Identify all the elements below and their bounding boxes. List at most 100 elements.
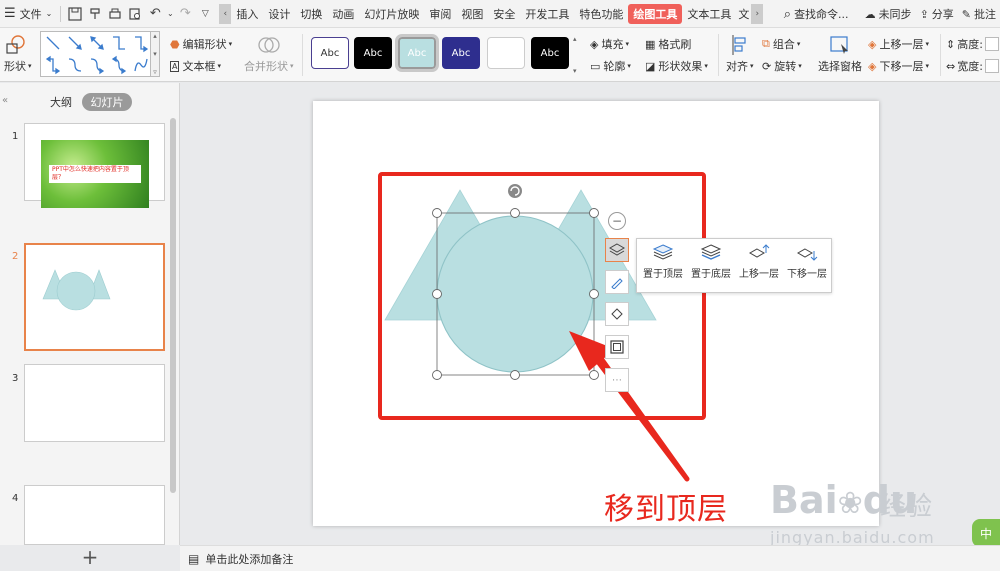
add-slide-button[interactable]: + (0, 543, 180, 571)
divider (940, 34, 941, 76)
tab-design[interactable]: 设计 (263, 0, 295, 28)
gallery-scroll[interactable]: ▴ ▾ ▿ (150, 31, 160, 77)
notes-bar[interactable]: ▤ 单击此处添加备注 (180, 545, 1000, 571)
slide-thumbnail-3[interactable] (24, 364, 165, 442)
shape-style-1[interactable]: Abc (311, 37, 349, 69)
float-toolbar: − ⋯ (604, 212, 630, 400)
width-icon: ⇔ (946, 59, 956, 73)
format-brush-button[interactable]: ▦ 格式刷 (645, 36, 691, 52)
bring-forward-button[interactable]: ◈ 上移一层 ▾ (868, 36, 929, 52)
style-gallery-scroll[interactable]: ▴ ▾ (573, 35, 577, 75)
annotate-button[interactable]: ✎ 批注 (958, 0, 1000, 28)
bring-forward-item[interactable]: 上移一层 (735, 243, 783, 289)
more-button[interactable]: ⋯ (605, 368, 629, 392)
shape-style-6[interactable]: Abc (531, 37, 569, 69)
layer-popup: 置于顶层 置于底层 上移一层 下移一层 (636, 238, 832, 293)
shape-style-4[interactable]: Abc (442, 37, 480, 69)
slide-canvas[interactable] (313, 101, 879, 526)
tab-slides[interactable]: 幻灯片 (82, 93, 132, 111)
slide-thumbnail-1[interactable]: PPT中怎么快速把内容置于顶层？ (24, 123, 165, 208)
width-field[interactable]: ⇔ 宽度: (946, 58, 999, 74)
slide-number: 1 (12, 131, 19, 142)
collapse-toolbar-button[interactable]: − (608, 212, 626, 230)
group-button[interactable]: ⧉ 组合 ▾ (762, 36, 800, 52)
width-input[interactable] (984, 59, 999, 73)
fill-style-button[interactable] (605, 302, 629, 326)
dropdown-icon: ▾ (750, 62, 754, 70)
tab-text-tools[interactable]: 文本工具 (682, 0, 736, 28)
tab-truncated[interactable]: 文 (736, 0, 751, 28)
shape-style-5[interactable]: Abc (487, 37, 525, 69)
tab-drawing-tools[interactable]: 绘图工具 (628, 3, 683, 24)
print-preview-icon[interactable] (125, 4, 145, 24)
tab-outline[interactable]: 大纲 (46, 93, 76, 111)
tab-animation[interactable]: 动画 (327, 0, 359, 28)
undo-icon[interactable]: ↶ (145, 4, 165, 24)
shape-style-2[interactable]: Abc (354, 37, 392, 69)
format-painter-icon[interactable] (85, 4, 105, 24)
dropdown-icon: ▾ (28, 62, 32, 70)
textbox-button[interactable]: A 文本框 ▾ (170, 58, 221, 74)
bring-forward-icon (748, 244, 770, 258)
tab-developer[interactable]: 开发工具 (520, 0, 574, 28)
slide-number: 2 (12, 251, 19, 262)
save-icon[interactable] (65, 4, 85, 24)
cloud-icon: ☁ (864, 7, 876, 21)
slide-1-caption: PPT中怎么快速把内容置于顶层？ (49, 165, 141, 183)
tab-insert[interactable]: 插入 (231, 0, 263, 28)
height-input[interactable] (984, 37, 999, 51)
shape-gallery[interactable] (40, 31, 160, 77)
print-icon[interactable] (105, 4, 125, 24)
tab-security[interactable]: 安全 (488, 0, 520, 28)
redo-icon[interactable]: ↷ (175, 4, 195, 24)
watermark-cn: 经验 (880, 492, 933, 522)
height-field[interactable]: ⇕ 高度: (946, 36, 999, 52)
paw-icon: ❀ (837, 486, 863, 521)
slide-thumbnail-2[interactable] (24, 243, 165, 351)
layer-button[interactable] (605, 238, 629, 262)
scroll-right-icon[interactable]: › (751, 3, 764, 24)
slide-thumbnail-4[interactable] (24, 485, 165, 545)
edit-shape-button[interactable]: ⬣ 编辑形状 ▾ (170, 36, 232, 52)
customize-icon[interactable]: ▽ (195, 4, 215, 24)
send-backward-button[interactable]: ◈ 下移一层 ▾ (868, 58, 929, 74)
outline-button[interactable]: ▭ 轮廓 ▾ (590, 58, 631, 74)
merge-shape-button[interactable]: 合并形状 ▾ (244, 34, 294, 74)
dropdown-icon: ▾ (796, 40, 801, 48)
bring-to-front-item[interactable]: 置于顶层 (639, 243, 687, 289)
tab-transition[interactable]: 切换 (295, 0, 327, 28)
share-button[interactable]: ⇪ 分享 (916, 0, 958, 28)
chevron-down-icon: ▾ (573, 67, 577, 75)
sync-button[interactable]: ☁ 未同步 (861, 0, 916, 28)
file-menu[interactable]: ☰ 文件 ⌄ (0, 0, 56, 28)
chevron-down-icon[interactable]: ⌄ (165, 4, 175, 24)
search-icon: ⌕ (783, 6, 792, 22)
send-to-back-item[interactable]: 置于底层 (687, 243, 735, 289)
chevron-down-icon: ⌄ (45, 9, 53, 18)
shape-style-3[interactable]: Abc (395, 34, 439, 72)
pen-button[interactable] (605, 270, 629, 294)
send-backward-item[interactable]: 下移一层 (783, 243, 831, 289)
tab-slideshow[interactable]: 幻灯片放映 (359, 0, 424, 28)
search-command[interactable]: ⌕ 查找命令... (780, 0, 853, 28)
chevron-up-icon: ▴ (153, 32, 157, 40)
slide-content (378, 172, 706, 482)
rotate-button[interactable]: ⟳ 旋转 ▾ (762, 58, 802, 74)
ime-badge[interactable]: 中 (972, 519, 1000, 547)
panel-scrollbar[interactable] (170, 118, 176, 493)
tab-view[interactable]: 视图 (456, 0, 488, 28)
tab-features[interactable]: 特色功能 (574, 0, 628, 28)
frame-button[interactable] (605, 335, 629, 359)
send-backward-icon: ◈ (868, 59, 877, 73)
dropdown-icon: ▾ (925, 62, 929, 70)
shape-effect-button[interactable]: ◪ 形状效果 ▾ (645, 58, 708, 74)
rotate-icon: ⟳ (762, 59, 772, 73)
fill-button[interactable]: ◈ 填充 ▾ (590, 36, 629, 52)
shape-button[interactable]: 形状 ▾ (4, 34, 32, 74)
dropdown-icon: ▾ (704, 62, 708, 70)
scroll-left-icon[interactable]: ‹ (219, 3, 232, 24)
bring-forward-icon: ◈ (868, 37, 877, 51)
select-pane-button[interactable]: 选择窗格 (818, 34, 862, 74)
align-button[interactable]: 对齐 ▾ (726, 34, 754, 74)
tab-review[interactable]: 审阅 (424, 0, 456, 28)
